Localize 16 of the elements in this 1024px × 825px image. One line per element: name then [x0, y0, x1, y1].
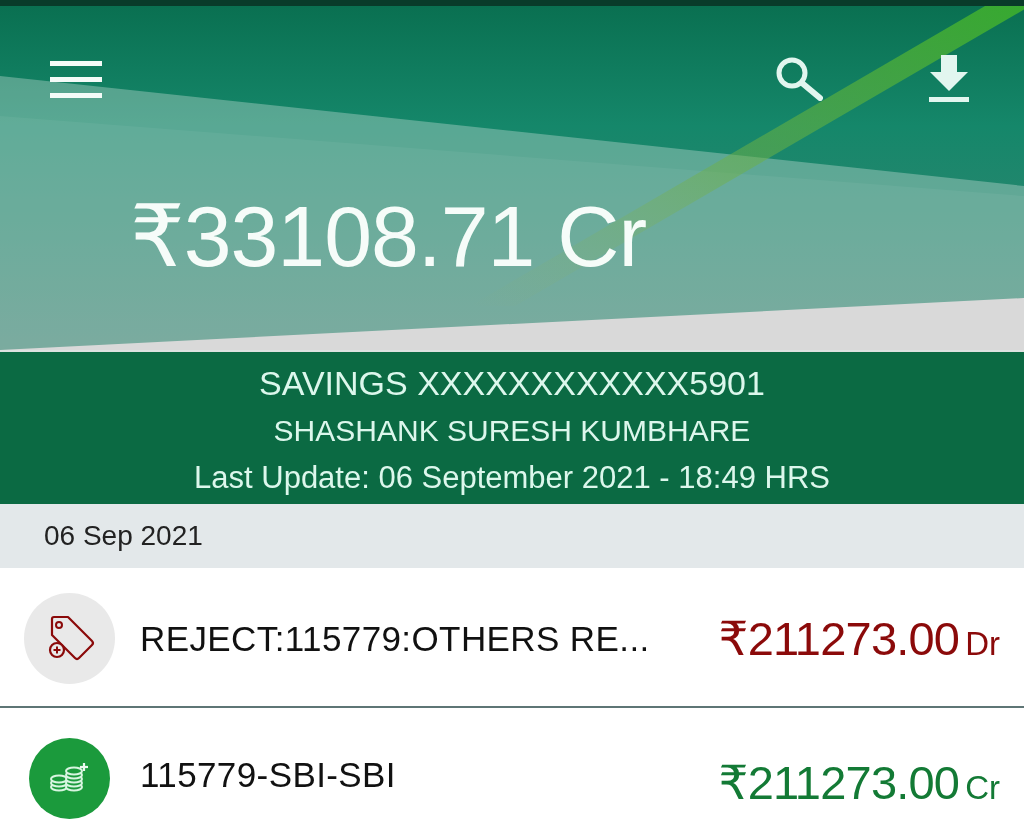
transaction-amount: ₹211273.00: [718, 611, 960, 666]
search-icon[interactable]: [775, 56, 823, 101]
transaction-amount: ₹211273.00: [718, 755, 960, 810]
transaction-type: Cr: [965, 769, 1000, 807]
account-number: SAVINGS XXXXXXXXXXXX5901: [259, 363, 765, 404]
transaction-description: REJECT:115779:OTHERS RE...: [140, 618, 650, 659]
transaction-description: 115779-SBI-SBI: [140, 755, 396, 795]
menu-icon[interactable]: [50, 58, 102, 99]
account-holder-name: SHASHANK SURESH KUMBHARE: [273, 413, 751, 449]
date-label: 06 Sep 2021: [44, 520, 203, 552]
transaction-type: Dr: [965, 625, 1000, 663]
tag-icon: [24, 593, 115, 684]
balance-amount: ₹33108.71 Cr: [130, 193, 647, 279]
coins-icon: [29, 738, 110, 819]
download-icon[interactable]: [928, 55, 970, 102]
last-update-text: Last Update: 06 September 2021 - 18:49 HRS: [194, 459, 830, 497]
